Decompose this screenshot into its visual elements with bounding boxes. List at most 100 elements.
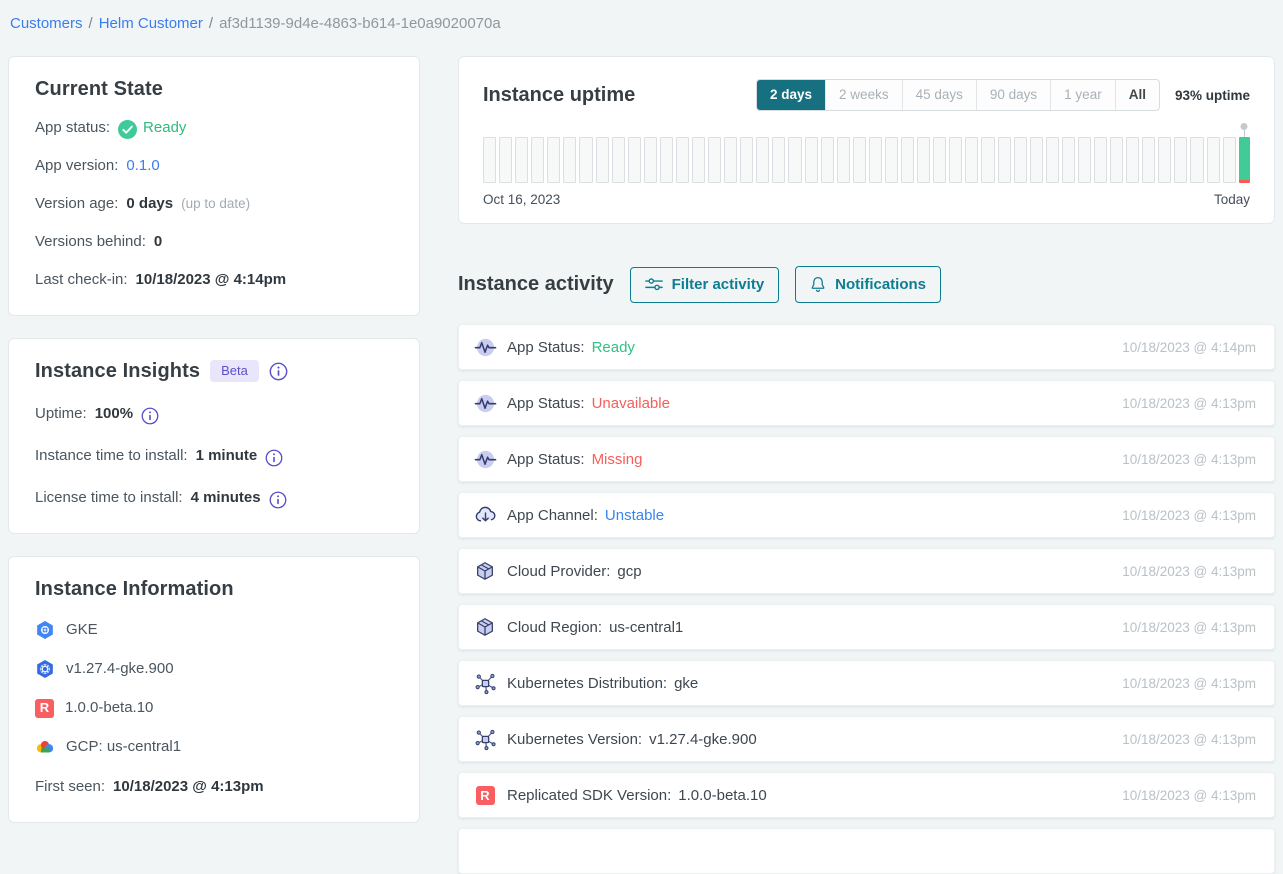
first-seen-value: 10/18/2023 @ 4:13pm: [113, 776, 264, 798]
uptime-bar: [1223, 137, 1236, 183]
notifications-label: Notifications: [835, 276, 926, 294]
uptime-bar: [515, 137, 528, 183]
activity-row-timestamp: 10/18/2023 @ 4:13pm: [1122, 396, 1256, 411]
activity-row: App Status: Unavailable 10/18/2023 @ 4:1…: [458, 380, 1275, 426]
uptime-bar: [692, 137, 705, 183]
uptime-bar: [869, 137, 882, 183]
uptime-bar: [933, 137, 946, 183]
last-checkin-value: 10/18/2023 @ 4:14pm: [136, 269, 287, 291]
range-button-2-days[interactable]: 2 days: [757, 80, 825, 110]
activity-row-timestamp: 10/18/2023 @ 4:14pm: [1122, 340, 1256, 355]
instance-install-row: Instance time to install: 1 minute: [35, 445, 393, 467]
pulse-icon: [473, 448, 497, 471]
range-button-2-weeks[interactable]: 2 weeks: [825, 80, 902, 110]
filter-sliders-icon: [645, 277, 663, 292]
filter-activity-button[interactable]: Filter activity: [630, 267, 780, 303]
last-checkin-row: Last check-in: 10/18/2023 @ 4:14pm: [35, 269, 393, 291]
info-icon[interactable]: [265, 449, 283, 467]
activity-row: App Status: Missing 10/18/2023 @ 4:13pm: [458, 436, 1275, 482]
uptime-bar: [1207, 137, 1220, 183]
instance-activity-title: Instance activity: [458, 273, 614, 296]
instance-information-title: Instance Information: [35, 577, 393, 601]
info-icon[interactable]: [269, 491, 287, 509]
notifications-button[interactable]: Notifications: [795, 266, 941, 303]
uptime-bar: [708, 137, 721, 183]
activity-row-timestamp: 10/18/2023 @ 4:13pm: [1122, 564, 1256, 579]
activity-row-timestamp: 10/18/2023 @ 4:13pm: [1122, 620, 1256, 635]
uptime-bar: [981, 137, 994, 183]
activity-row-value: us-central1: [609, 619, 683, 636]
cloud-region-value: GCP: us-central1: [66, 735, 181, 759]
uptime-bar: [1014, 137, 1027, 183]
chart-end-label: Today: [1214, 192, 1250, 207]
app-status-value: Ready: [143, 117, 186, 139]
uptime-bar: [483, 137, 496, 183]
last-checkin-label: Last check-in:: [35, 269, 128, 291]
uptime-bar: [740, 137, 753, 183]
uptime-bar: [596, 137, 609, 183]
uptime-bar: [547, 137, 560, 183]
activity-row-value: Unstable: [605, 507, 664, 524]
activity-row-value: 1.0.0-beta.10: [678, 787, 766, 804]
uptime-bar: [1046, 137, 1059, 183]
right-column: Instance uptime 2 days 2 weeks 45 days 9…: [458, 56, 1275, 874]
bell-icon: [810, 275, 826, 294]
activity-row: Cloud Provider: gcp 10/18/2023 @ 4:13pm: [458, 548, 1275, 594]
uptime-bar: [676, 137, 689, 183]
check-circle-icon: [118, 120, 137, 139]
license-install-label: License time to install:: [35, 487, 183, 509]
app-version-link[interactable]: 0.1.0: [126, 155, 159, 177]
uptime-summary: 93% uptime: [1175, 88, 1250, 103]
version-age-label: Version age:: [35, 193, 118, 215]
kubernetes-icon: [35, 659, 55, 679]
activity-row: Kubernetes Distribution: gke 10/18/2023 …: [458, 660, 1275, 706]
uptime-bar: [563, 137, 576, 183]
activity-row-value: Ready: [592, 339, 635, 356]
first-seen-row: First seen: 10/18/2023 @ 4:13pm: [35, 776, 393, 798]
range-button-all[interactable]: All: [1115, 80, 1159, 110]
range-button-45-days[interactable]: 45 days: [902, 80, 976, 110]
info-icon[interactable]: [141, 407, 159, 425]
activity-row-timestamp: 10/18/2023 @ 4:13pm: [1122, 452, 1256, 467]
uptime-bar: [724, 137, 737, 183]
cloud-region-item: GCP: us-central1: [35, 735, 393, 759]
uptime-bar: [853, 137, 866, 183]
uptime-bar-current: [1239, 137, 1250, 183]
uptime-bar: [821, 137, 834, 183]
versions-behind-value: 0: [154, 231, 162, 253]
uptime-bar: [756, 137, 769, 183]
activity-row-label: Cloud Provider:: [507, 563, 610, 580]
cluster-icon: [473, 672, 497, 695]
uptime-bar: [788, 137, 801, 183]
replicated-icon: R: [35, 696, 54, 720]
range-button-1-year[interactable]: 1 year: [1050, 80, 1115, 110]
kubernetes-version-value: v1.27.4-gke.900: [66, 657, 174, 681]
chart-start-label: Oct 16, 2023: [483, 192, 560, 207]
breadcrumb-customers-link[interactable]: Customers: [10, 15, 83, 32]
activity-row-value: Missing: [592, 451, 643, 468]
uptime-bar: [772, 137, 785, 183]
version-age-row: Version age: 0 days (up to date): [35, 193, 393, 215]
beta-badge: Beta: [210, 360, 259, 382]
instance-insights-title: Instance Insights: [35, 359, 200, 383]
app-status-row: App status: Ready: [35, 117, 393, 139]
uptime-bar: [901, 137, 914, 183]
uptime-bar: [949, 137, 962, 183]
license-install-value: 4 minutes: [191, 487, 261, 509]
uptime-bar: [1110, 137, 1123, 183]
activity-row-label: App Status:: [507, 451, 585, 468]
activity-row-label: Kubernetes Version:: [507, 731, 642, 748]
replicated-icon: R: [473, 786, 497, 805]
uptime-bar: [837, 137, 850, 183]
breadcrumb-customer-link[interactable]: Helm Customer: [99, 15, 203, 32]
uptime-bar: [805, 137, 818, 183]
activity-row-label: Cloud Region:: [507, 619, 602, 636]
sdk-version-item: R 1.0.0-beta.10: [35, 696, 393, 720]
info-icon[interactable]: [269, 362, 288, 381]
uptime-bar: [1126, 137, 1139, 183]
versions-behind-row: Versions behind: 0: [35, 231, 393, 253]
activity-row-label: App Status:: [507, 339, 585, 356]
uptime-bar: [998, 137, 1011, 183]
breadcrumb-instance-id: af3d1139-9d4e-4863-b614-1e0a9020070a: [219, 15, 501, 32]
range-button-90-days[interactable]: 90 days: [976, 80, 1050, 110]
